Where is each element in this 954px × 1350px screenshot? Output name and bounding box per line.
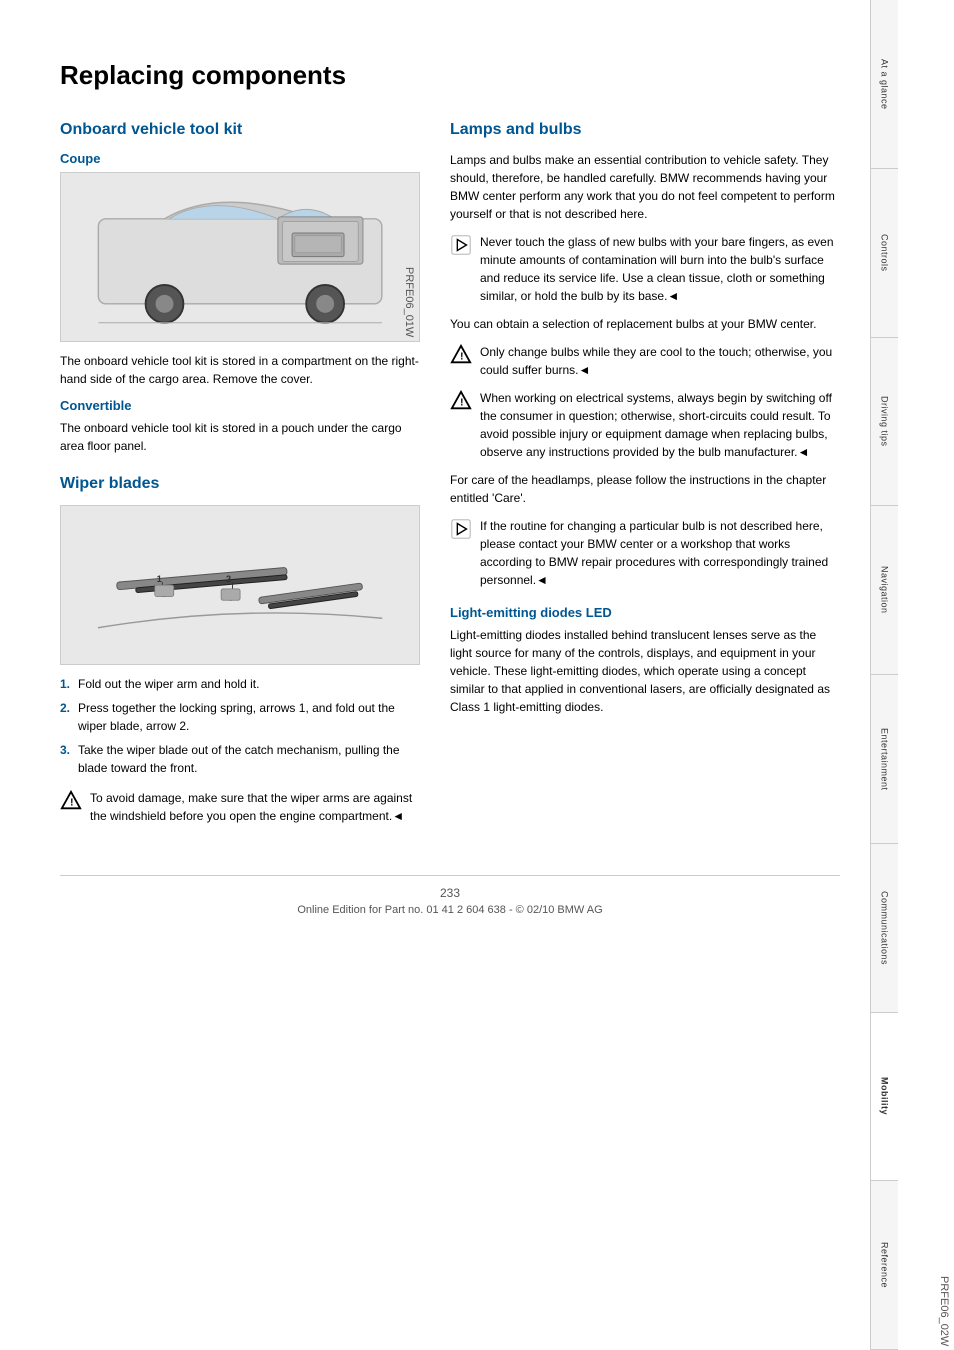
lamps-note1: Never touch the glass of new bulbs with … [450,233,840,305]
page-number: 233 [60,886,840,900]
warning-triangle-icon-3: ! [450,390,472,412]
wiper-step-2: 2. Press together the locking spring, ar… [60,699,420,735]
lamps-intro: Lamps and bulbs make an essential contri… [450,151,840,223]
tab-navigation[interactable]: Navigation [871,506,898,675]
convertible-description: The onboard vehicle tool kit is stored i… [60,419,420,455]
onboard-tool-kit-section: Onboard vehicle tool kit Coupe [60,121,420,455]
footer-text: Online Edition for Part no. 01 41 2 604 … [60,904,840,916]
tab-reference[interactable]: Reference [871,1181,898,1350]
tab-mobility[interactable]: Mobility [871,1013,898,1182]
play-icon-2 [450,518,472,540]
lamps-warning1-text: Only change bulbs while they are cool to… [480,343,840,379]
page-footer: 233 Online Edition for Part no. 01 41 2 … [60,875,840,916]
led-section-title: Light-emitting diodes LED [450,605,840,620]
lamps-bulbs-section: Lamps and bulbs Lamps and bulbs make an … [450,121,840,589]
svg-text:!: ! [70,798,73,809]
tab-controls[interactable]: Controls [871,169,898,338]
lamps-note1-text: Never touch the glass of new bulbs with … [480,233,840,305]
led-text: Light-emitting diodes installed behind t… [450,626,840,716]
wiper-step-1: 1. Fold out the wiper arm and hold it. [60,675,420,693]
wiper-warning-text: To avoid damage, make sure that the wipe… [90,789,420,825]
svg-text:!: ! [460,352,463,363]
wiper-blades-section: Wiper blades 1 [60,475,420,825]
play-icon-1 [450,234,472,256]
wiper-section-title: Wiper blades [60,475,420,493]
tab-entertainment[interactable]: Entertainment [871,675,898,844]
wiper-image: 1 2 [60,505,420,665]
coupe-image-caption: PRFE06_01W [403,267,415,337]
svg-text:!: ! [460,398,463,409]
coupe-image: PRFE06_01W [60,172,420,342]
tab-at-a-glance[interactable]: At a glance [871,0,898,169]
lamps-note4-text: If the routine for changing a particular… [480,517,840,589]
lamps-warning1: ! Only change bulbs while they are cool … [450,343,840,379]
wiper-warning: ! To avoid damage, make sure that the wi… [60,789,420,825]
warning-triangle-icon-2: ! [450,344,472,366]
svg-text:1: 1 [157,574,162,585]
coupe-description: The onboard vehicle tool kit is stored i… [60,352,420,388]
lamps-warning2-text: When working on electrical systems, alwa… [480,389,840,461]
onboard-section-title: Onboard vehicle tool kit [60,121,420,139]
lamps-section-title: Lamps and bulbs [450,121,840,139]
wiper-steps-list: 1. Fold out the wiper arm and hold it. 2… [60,675,420,777]
led-section: Light-emitting diodes LED Light-emitting… [450,605,840,716]
lamps-note2: You can obtain a selection of replacemen… [450,315,840,333]
svg-text:2: 2 [226,574,231,585]
coupe-label: Coupe [60,151,420,166]
page-title: Replacing components [60,60,840,91]
warning-triangle-icon: ! [60,790,82,812]
lamps-warning2: ! When working on electrical systems, al… [450,389,840,461]
tab-communications[interactable]: Communications [871,844,898,1013]
right-navigation-tabs: At a glance Controls Driving tips Naviga… [870,0,898,1350]
convertible-label: Convertible [60,398,420,413]
lamps-note3: For care of the headlamps, please follow… [450,471,840,507]
lamps-note4: If the routine for changing a particular… [450,517,840,589]
tab-driving-tips[interactable]: Driving tips [871,338,898,507]
wiper-step-3: 3. Take the wiper blade out of the catch… [60,741,420,777]
